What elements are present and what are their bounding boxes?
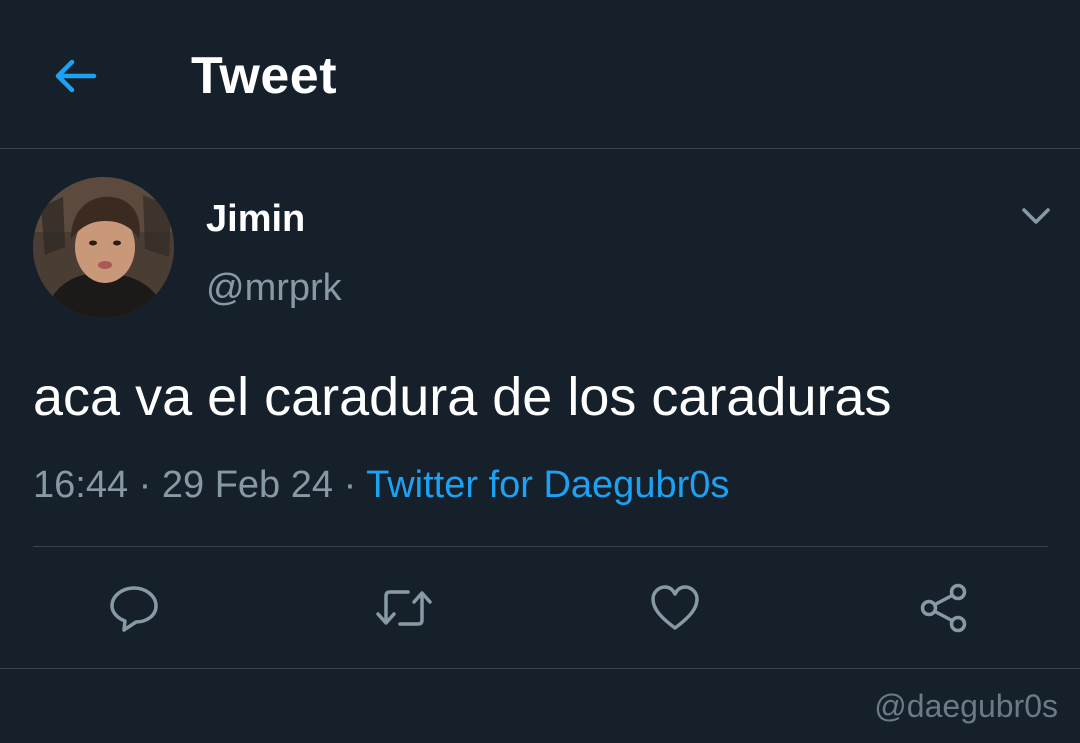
tweet-options-button[interactable]: [1012, 196, 1060, 236]
avatar-photo: [33, 177, 174, 318]
reply-icon: [110, 586, 158, 632]
top-bar: Tweet: [0, 0, 1080, 149]
retweet-icon: [376, 590, 432, 626]
share-icon: [920, 583, 967, 633]
divider: [33, 546, 1048, 547]
heart-icon: [651, 585, 699, 630]
meta-separator: ·: [128, 464, 162, 506]
tweet-source-link[interactable]: Twitter for Daegubr0s: [366, 464, 729, 506]
share-button[interactable]: [914, 578, 974, 638]
meta-separator: ·: [333, 464, 367, 506]
page-title: Tweet: [191, 47, 338, 105]
tweet-text: aca va el caradura de los caraduras: [33, 367, 892, 427]
tweet-time: 16:44: [33, 464, 129, 506]
reply-button[interactable]: [104, 578, 164, 638]
avatar[interactable]: [33, 177, 174, 318]
watermark: @daegubr0s: [874, 688, 1058, 724]
like-button[interactable]: [645, 578, 705, 638]
retweet-button[interactable]: [374, 578, 434, 638]
divider-bottom: [0, 668, 1080, 669]
tweet-actions-bar: [0, 560, 1080, 656]
author-handle[interactable]: @mrprk: [206, 265, 342, 311]
arrow-left-icon: [55, 59, 97, 93]
back-button[interactable]: [44, 46, 104, 106]
tweet-date: 29 Feb 24: [161, 464, 334, 506]
author-display-name[interactable]: Jimin: [206, 196, 305, 242]
tweet-metadata: 16:44 · 29 Feb 24 · Twitter for Daegubr0…: [33, 461, 729, 509]
chevron-down-icon: [1022, 208, 1050, 224]
